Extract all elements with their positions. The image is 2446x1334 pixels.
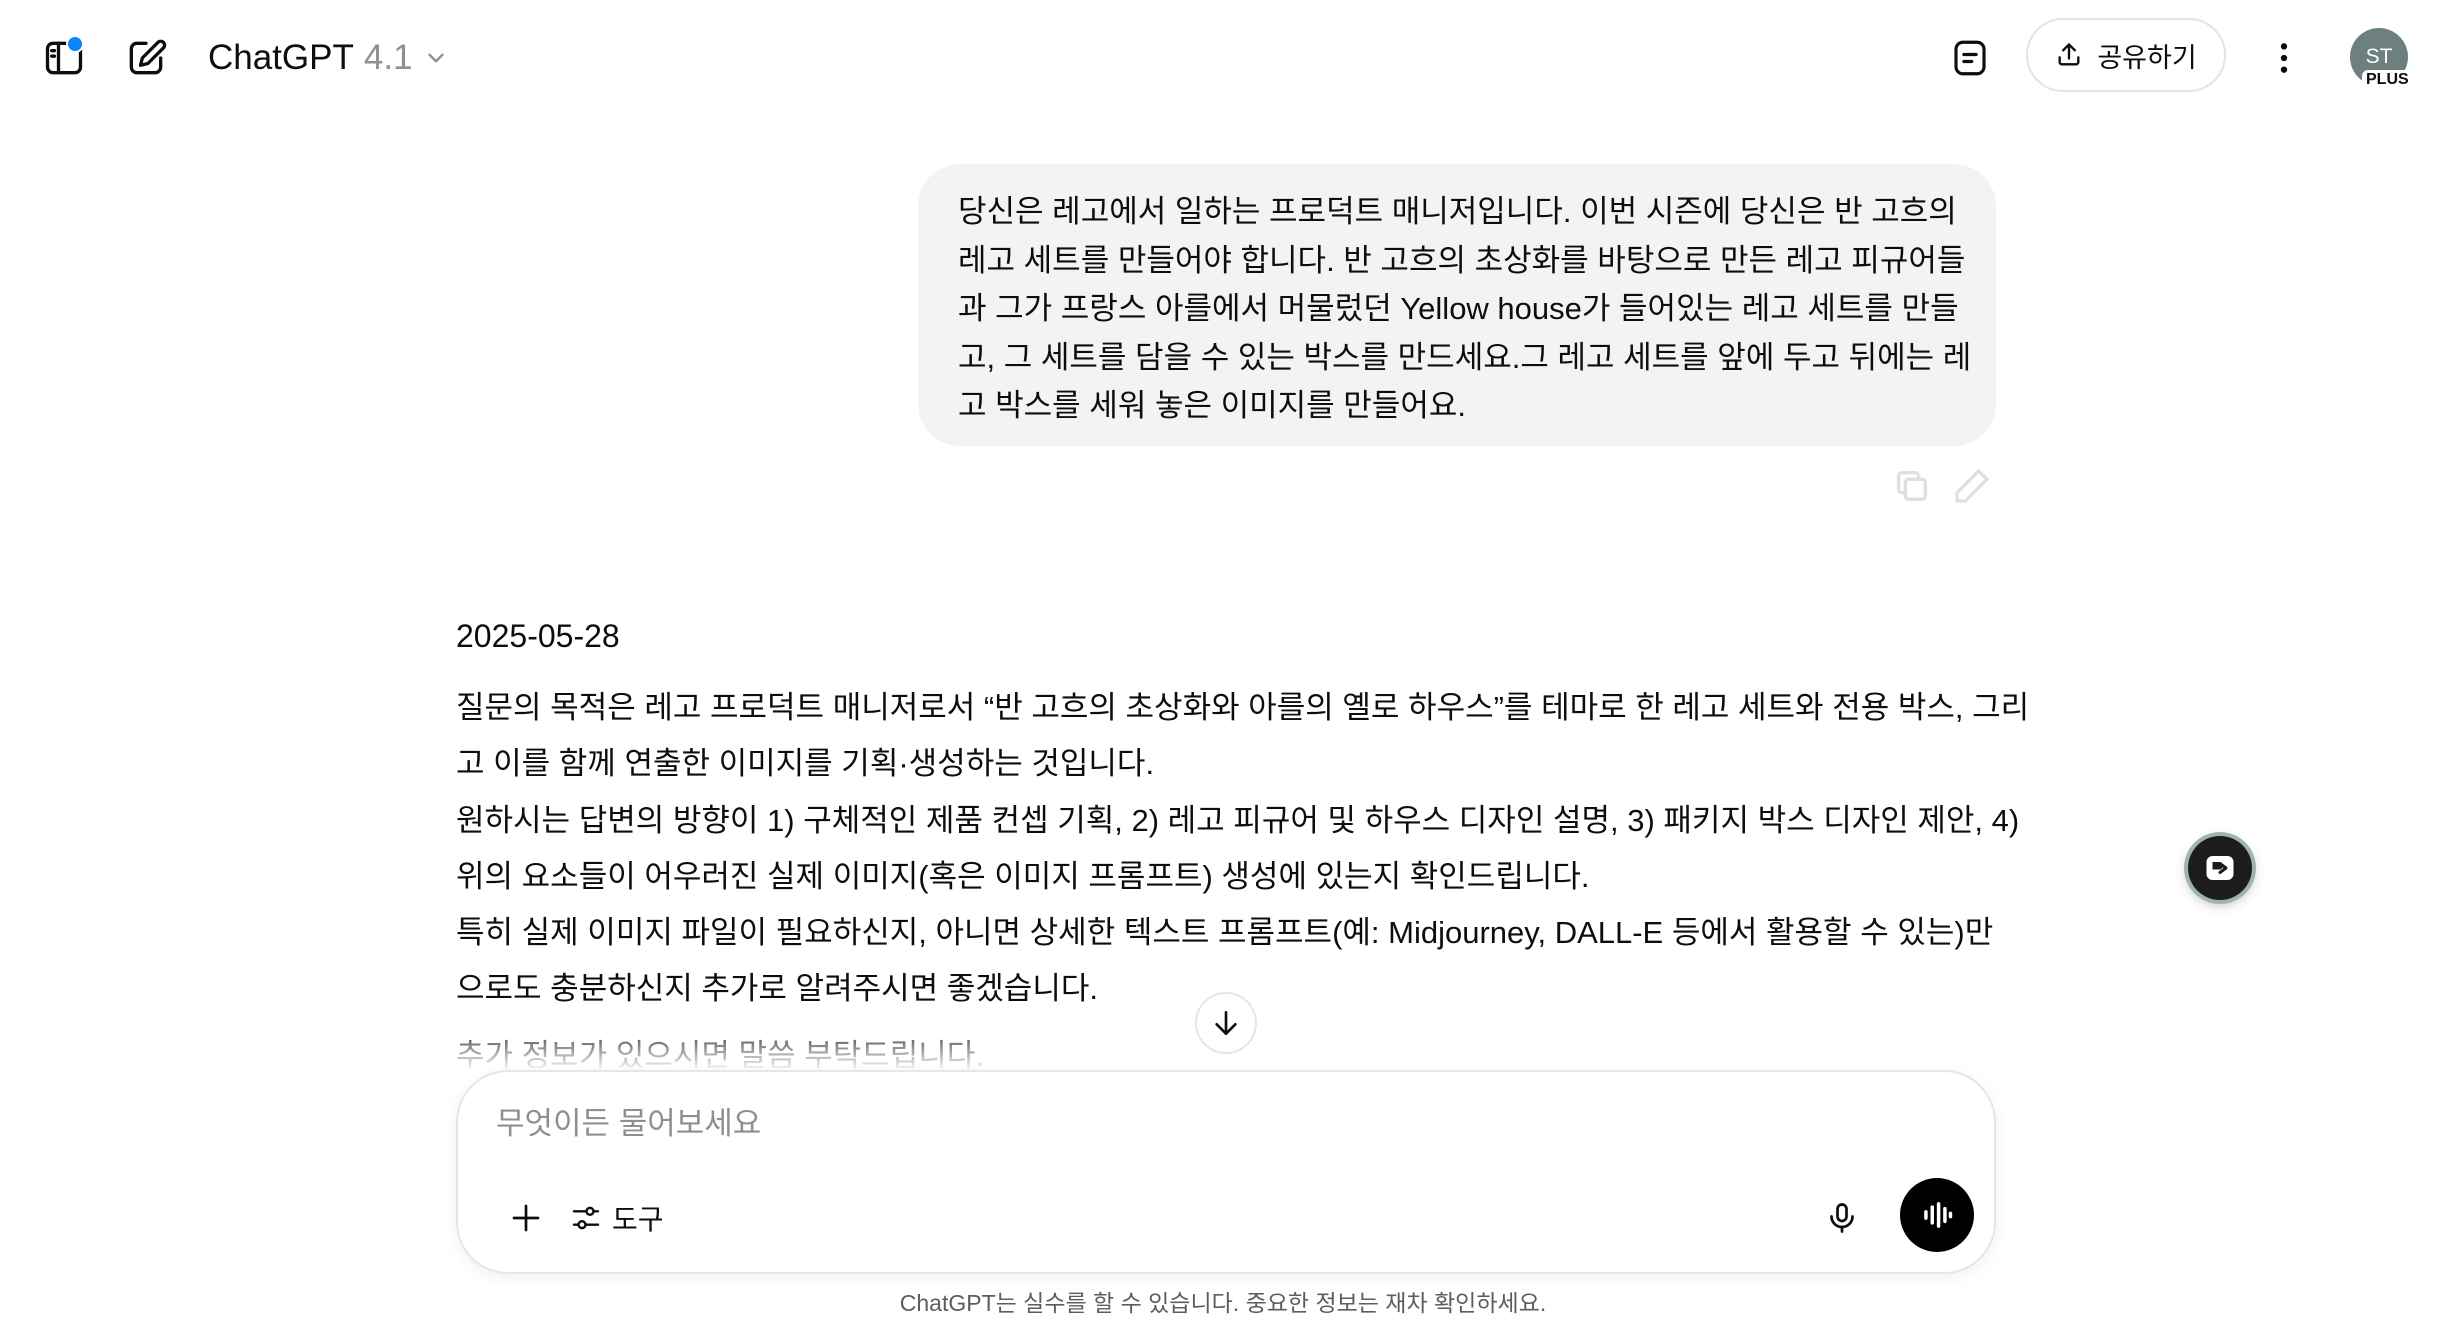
- share-label: 공유하기: [2097, 42, 2197, 73]
- waveform-icon: [1924, 1202, 1953, 1228]
- user-message-line: 고 박스를 세워 놓은 이미지를 만들어요.: [958, 388, 1466, 423]
- plan-badge: PLUS: [2362, 70, 2413, 90]
- prompt-input[interactable]: [494, 1098, 1798, 1150]
- extension-icon: [2206, 856, 2234, 880]
- user-message-line: 과 그가 프랑스 아를에서 머물렀던 Yellow house가 들어있는 레고…: [958, 291, 1959, 326]
- disclaimer: ChatGPT는 실수를 할 수 있습니다. 중요한 정보는 재차 확인하세요.: [899, 1290, 1547, 1316]
- microphone-icon: [1830, 1203, 1854, 1233]
- document-icon: [1954, 40, 1986, 76]
- chevron-down-icon: [427, 53, 444, 63]
- floating-extension-button[interactable]: [2188, 836, 2252, 900]
- dictate-button[interactable]: [1814, 1190, 1870, 1246]
- scroll-to-bottom-button[interactable]: [1195, 992, 1257, 1054]
- answer-line: 고 이를 함께 연출한 이미지를 기획·생성하는 것입니다.: [456, 746, 1155, 782]
- user-message-line: 고, 그 세트를 담을 수 있는 박스를 만드세요.그 레고 세트를 앞에 두고…: [958, 339, 1972, 375]
- model-name: ChatGPT: [208, 38, 354, 77]
- new-chat-button[interactable]: [118, 30, 174, 86]
- user-message-line: 레고 세트를 만들어야 합니다. 반 고흐의 초상화를 바탕으로 만든 레고 피…: [958, 242, 1966, 278]
- model-selector[interactable]: ChatGPT 4.1: [208, 32, 449, 84]
- user-message-bubble: 당신은 레고에서 일하는 프로덕트 매니저입니다. 이번 시즌에 당신은 반 고…: [918, 164, 1996, 446]
- vertical-dots-icon: [2280, 43, 2288, 73]
- share-button[interactable]: 공유하기: [2026, 18, 2226, 92]
- avatar-initials: ST: [2365, 45, 2393, 68]
- answer-date: 2025-05-28: [456, 618, 620, 654]
- edit-pencil-icon[interactable]: [1952, 466, 1992, 506]
- pencil-square-icon: [129, 39, 167, 75]
- sidebar-toggle-button[interactable]: [36, 30, 92, 86]
- sliders-icon: [572, 1206, 600, 1230]
- add-attachment-button[interactable]: [498, 1190, 554, 1246]
- message-composer: 도구: [456, 1070, 1996, 1274]
- model-version: 4.1: [363, 38, 413, 77]
- notification-dot: [66, 35, 84, 53]
- answer-line: 특히 실제 이미지 파일이 필요하신지, 아니면 상세한 텍스트 프롬프트(예:…: [456, 915, 1994, 951]
- more-options-button[interactable]: [2256, 30, 2312, 86]
- voice-mode-button[interactable]: [1900, 1178, 1974, 1252]
- canvas-document-button[interactable]: [1942, 30, 1998, 86]
- answer-line: 원하시는 답변의 방향이 1) 구체적인 제품 컨셉 기획, 2) 레고 피규어…: [456, 802, 2020, 838]
- tools-label: 도구: [612, 1204, 664, 1235]
- tools-button[interactable]: 도구: [570, 1190, 664, 1246]
- user-message-line: 당신은 레고에서 일하는 프로덕트 매니저입니다. 이번 시즌에 당신은 반 고…: [958, 194, 1957, 229]
- copy-icon[interactable]: [1892, 466, 1932, 506]
- answer-line: 질문의 목적은 레고 프로덕트 매니저로서 “반 고흐의 초상화와 아를의 옐로…: [456, 690, 2030, 725]
- upload-icon: [2058, 43, 2080, 66]
- arrow-down-icon: [1215, 1011, 1237, 1035]
- answer-line: 위의 요소들이 어우러진 실제 이미지(혹은 이미지 프롬프트) 생성에 있는지…: [456, 858, 1590, 894]
- plus-icon: [512, 1204, 540, 1232]
